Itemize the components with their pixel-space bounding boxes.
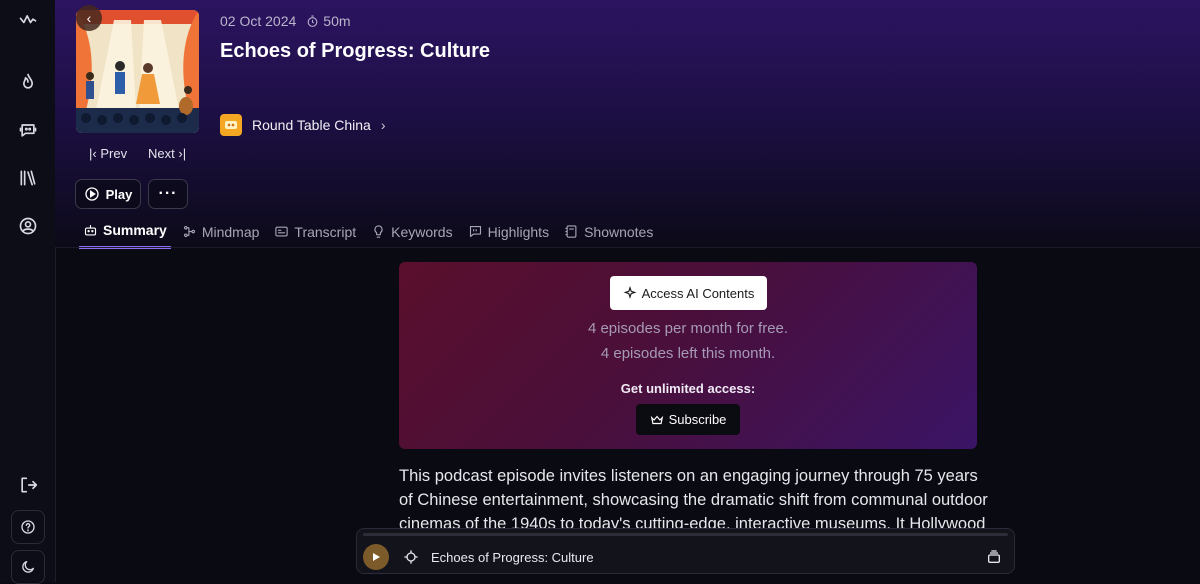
subscribe-button[interactable]: Subscribe <box>636 404 740 435</box>
tab-label: Highlights <box>487 223 550 240</box>
sparkles-icon <box>623 286 637 299</box>
skip-next-icon: ›| <box>178 146 187 161</box>
access-ai-contents-button[interactable]: Access AI Contents <box>610 276 767 310</box>
back-button[interactable]: ‹ <box>76 5 102 31</box>
tab-transcript[interactable]: Transcript <box>270 220 360 249</box>
theme-toggle-button[interactable] <box>11 550 45 584</box>
help-button[interactable] <box>11 510 45 544</box>
tab-highlights[interactable]: Highlights <box>464 220 553 249</box>
tab-label: Keywords <box>391 223 453 240</box>
episode-title: Echoes of Progress: Culture <box>220 40 491 62</box>
player-play-button[interactable] <box>363 544 389 570</box>
more-options-button[interactable]: ··· <box>148 179 188 209</box>
access-label: Access AI Contents <box>641 285 755 301</box>
episode-date: 02 Oct 2024 <box>220 13 297 29</box>
play-circle-icon <box>84 187 99 201</box>
flame-icon[interactable] <box>14 68 42 96</box>
transcript-icon <box>275 226 289 237</box>
library-icon[interactable] <box>14 164 42 192</box>
crown-icon <box>650 415 663 424</box>
moon-icon <box>22 561 34 573</box>
queue-icon[interactable] <box>986 549 1002 565</box>
bot-chat-icon[interactable] <box>14 116 42 144</box>
mini-player: Echoes of Progress: Culture <box>356 528 1015 574</box>
channel-link[interactable]: Round Table China › <box>220 114 386 136</box>
play-button[interactable]: Play <box>75 179 141 209</box>
tab-mindmap[interactable]: Mindmap <box>178 220 264 249</box>
channel-logo <box>220 114 242 136</box>
play-icon <box>373 553 380 561</box>
play-label: Play <box>105 186 133 202</box>
tab-label: Summary <box>103 222 167 238</box>
profile-icon[interactable] <box>14 212 42 240</box>
logout-icon[interactable] <box>14 471 42 499</box>
tab-label: Mindmap <box>201 223 260 240</box>
free-episodes-text: 4 episodes per month for free. <box>587 320 789 337</box>
prev-button[interactable]: |‹ Prev <box>89 146 127 161</box>
prev-label: Prev <box>100 146 128 161</box>
robot-icon <box>84 224 97 235</box>
content-tabs: Summary Mindmap Transcript Keywords High… <box>79 220 664 249</box>
tab-shownotes[interactable]: Shownotes <box>560 220 657 249</box>
tab-keywords[interactable]: Keywords <box>367 220 456 249</box>
next-label: Next <box>148 146 175 161</box>
episode-duration: 50m <box>323 13 351 29</box>
sidebar <box>0 0 56 584</box>
chevron-left-icon: ‹ <box>86 10 92 26</box>
crosshair-icon[interactable] <box>403 549 419 565</box>
skip-prev-icon: |‹ <box>89 146 97 161</box>
timer-icon <box>307 15 318 27</box>
logo-icon[interactable] <box>14 6 42 34</box>
progress-track[interactable] <box>363 533 1008 536</box>
tabs-divider <box>55 247 1200 248</box>
channel-name: Round Table China <box>252 117 371 133</box>
lightbulb-icon <box>374 225 383 238</box>
tab-summary[interactable]: Summary <box>79 220 171 249</box>
episodes-left-text: 4 episodes left this month. <box>600 345 776 362</box>
shownotes-icon <box>565 225 577 238</box>
player-title: Echoes of Progress: Culture <box>431 550 594 565</box>
next-button[interactable]: Next ›| <box>148 146 186 161</box>
subscribe-label: Subscribe <box>668 412 727 427</box>
more-icon: ··· <box>158 185 178 202</box>
chevron-right-icon: › <box>380 117 386 133</box>
mindmap-icon <box>183 225 195 238</box>
help-icon <box>21 520 35 534</box>
tab-label: Transcript <box>294 223 357 240</box>
highlights-icon <box>469 225 481 238</box>
tab-label: Shownotes <box>584 223 654 240</box>
episode-meta: 02 Oct 2024 50m <box>220 13 351 29</box>
unlimited-access-label: Get unlimited access: <box>620 381 756 396</box>
